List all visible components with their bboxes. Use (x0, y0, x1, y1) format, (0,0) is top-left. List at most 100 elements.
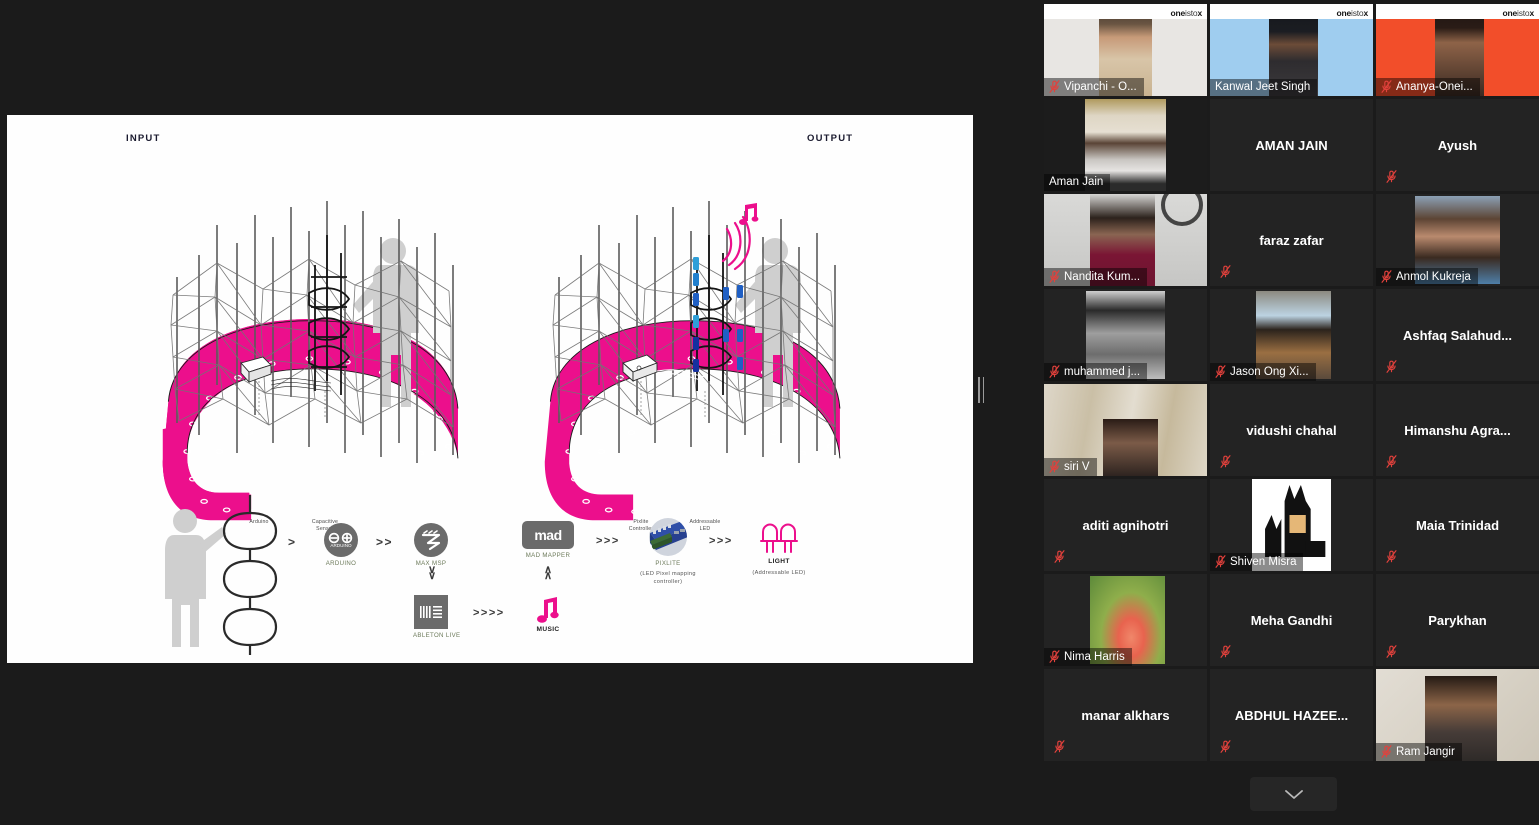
workflow-node-music: MUSIC (529, 597, 567, 635)
arduino-icon: ARDUINO (324, 523, 358, 557)
participant-name-bar: Nima Harris (1044, 648, 1132, 666)
participant-name-bar: Jason Ong Xi... (1210, 363, 1316, 381)
mic-off-icon (1386, 550, 1397, 563)
participant-name: Shiven Misra (1230, 555, 1297, 568)
participant-tile[interactable]: Nima Harris (1044, 574, 1207, 666)
participant-grid: oneistox Vipanchi - O... oneistox Kanwal… (1044, 0, 1539, 825)
workflow-caption-pixlite: PIXLITE (655, 560, 681, 567)
participant-tile[interactable]: oneistox Vipanchi - O... (1044, 4, 1207, 96)
mic-status (1215, 452, 1236, 471)
arrow-1: > (288, 535, 297, 549)
presentation-slide[interactable]: INPUT OUTPUT Arduino Capacitive Sensor P… (7, 115, 973, 663)
participant-name: AMAN JAIN (1255, 137, 1328, 153)
mic-off-icon (1049, 270, 1060, 283)
mic-status (1215, 642, 1236, 661)
workflow-node-light: LIGHT (Addressable LED) (739, 523, 819, 577)
shared-screen-region[interactable]: INPUT OUTPUT Arduino Capacitive Sensor P… (0, 0, 1040, 825)
oneistox-logo: oneistox (1170, 8, 1203, 18)
mic-off-icon (1049, 460, 1060, 473)
participant-tile[interactable]: manar alkhars (1044, 669, 1207, 761)
participant-row: siri V vidushi chahal Himanshu Agra... (1044, 384, 1539, 476)
participant-tile[interactable]: Ayush (1376, 99, 1539, 191)
arrow-5: >>> (709, 535, 733, 547)
pixlite-board-icon (649, 518, 687, 556)
mic-off-icon (1049, 365, 1060, 378)
mic-status (1381, 167, 1402, 186)
participant-tile[interactable]: Anmol Kukreja (1376, 194, 1539, 286)
scroll-down-button[interactable] (1250, 777, 1337, 811)
mic-status (1381, 357, 1402, 376)
participant-tile[interactable]: faraz zafar (1210, 194, 1373, 286)
participant-name-bar: Ananya-Onei... (1376, 78, 1480, 96)
mic-status (1381, 547, 1402, 566)
participant-tile[interactable]: muhammed j... (1044, 289, 1207, 381)
participant-tile[interactable]: siri V (1044, 384, 1207, 476)
participant-tile[interactable]: Meha Gandhi (1210, 574, 1373, 666)
mic-off-icon (1381, 745, 1392, 758)
mic-status (1049, 737, 1070, 756)
participant-tile[interactable]: AMAN JAIN (1210, 99, 1373, 191)
participant-name: Ananya-Onei... (1396, 80, 1473, 93)
mad-mapper-icon: mad (522, 521, 574, 549)
mic-status (1381, 642, 1402, 661)
participant-tile[interactable]: ABDHUL HAZEE... (1210, 669, 1373, 761)
participant-tile[interactable]: Maia Trinidad (1376, 479, 1539, 571)
workflow-node-mad-mapper: mad MAD MAPPER (519, 521, 577, 560)
participant-tile[interactable]: Shiven Misra (1210, 479, 1373, 571)
workflow-subcaption-pixlite: (LED Pixel mapping controller) (640, 571, 696, 585)
participant-name-bar: Vipanchi - O... (1044, 78, 1144, 96)
mic-off-icon (1220, 455, 1231, 468)
participant-name: Vipanchi - O... (1064, 80, 1137, 93)
mic-off-icon (1054, 550, 1065, 563)
workflow-caption-mad-mapper: MAD MAPPER (525, 552, 571, 559)
participant-tile[interactable]: Himanshu Agra... (1376, 384, 1539, 476)
mic-off-icon (1386, 170, 1397, 183)
participant-name-bar: Shiven Misra (1210, 553, 1304, 571)
resize-handle-bar (978, 377, 980, 403)
arrow-3: >>>> (473, 607, 505, 619)
arrow-4: >>> (596, 535, 620, 547)
mic-status (1215, 737, 1236, 756)
participant-name: Ram Jangir (1396, 745, 1455, 758)
participant-row: aditi agnihotri Shiven Misra Maia Trinida… (1044, 479, 1539, 571)
mic-off-icon (1381, 270, 1392, 283)
zoom-meeting-window: INPUT OUTPUT Arduino Capacitive Sensor P… (0, 0, 1539, 825)
participant-row: Nima Harris Meha Gandhi Parykhan (1044, 574, 1539, 666)
participant-tile[interactable]: oneistox Kanwal Jeet Singh (1210, 4, 1373, 96)
participant-tile[interactable]: Aman Jain (1044, 99, 1207, 191)
mic-status (1215, 262, 1236, 281)
panel-resize-handle[interactable] (975, 375, 987, 405)
participant-row: manar alkhars ABDHUL HAZEE... Ram Jangir (1044, 669, 1539, 761)
participant-tile[interactable]: Ram Jangir (1376, 669, 1539, 761)
participant-tile[interactable]: Ashfaq Salahud... (1376, 289, 1539, 381)
participant-name: siri V (1064, 460, 1090, 473)
workflow-node-arduino: ARDUINO ARDUINO (323, 523, 359, 568)
workflow-subcaption-light: (Addressable LED) (752, 569, 806, 576)
participant-tile[interactable]: Nandita Kum... (1044, 194, 1207, 286)
participant-row: Nandita Kum... faraz zafar Anmol Kukreja (1044, 194, 1539, 286)
participant-tile[interactable]: Parykhan (1376, 574, 1539, 666)
mad-logo-text: mad (534, 527, 562, 543)
participant-tile[interactable]: vidushi chahal (1210, 384, 1373, 476)
participant-name-bar: Aman Jain (1044, 174, 1111, 191)
participant-name: muhammed j... (1064, 365, 1141, 378)
mic-off-icon (1220, 645, 1231, 658)
participant-name: Kanwal Jeet Singh (1215, 81, 1311, 93)
participant-row: Aman Jain AMAN JAIN Ayush (1044, 99, 1539, 191)
participant-name: Anmol Kukreja (1396, 270, 1471, 283)
participant-name-bar: Nandita Kum... (1044, 268, 1148, 286)
workflow-node-pixlite: PIXLITE (LED Pixel mapping controller) (635, 517, 701, 586)
person-module-icon (165, 495, 278, 655)
max-msp-icon (414, 523, 448, 557)
mic-off-icon (1386, 645, 1397, 658)
participant-name-bar: Ram Jangir (1376, 743, 1462, 761)
participant-tile[interactable]: Jason Ong Xi... (1210, 289, 1373, 381)
arrow-up-1: ∧ ∧ (543, 564, 553, 582)
participant-name-bar: Anmol Kukreja (1376, 268, 1478, 286)
participant-tile[interactable]: aditi agnihotri (1044, 479, 1207, 571)
workflow-node-ableton-live: ABLETON LIVE (413, 595, 460, 640)
svg-text:ARDUINO: ARDUINO (330, 543, 352, 548)
mic-off-icon (1049, 650, 1060, 663)
participant-name: Aman Jain (1049, 176, 1104, 188)
participant-tile[interactable]: oneistox Ananya-Onei... (1376, 4, 1539, 96)
